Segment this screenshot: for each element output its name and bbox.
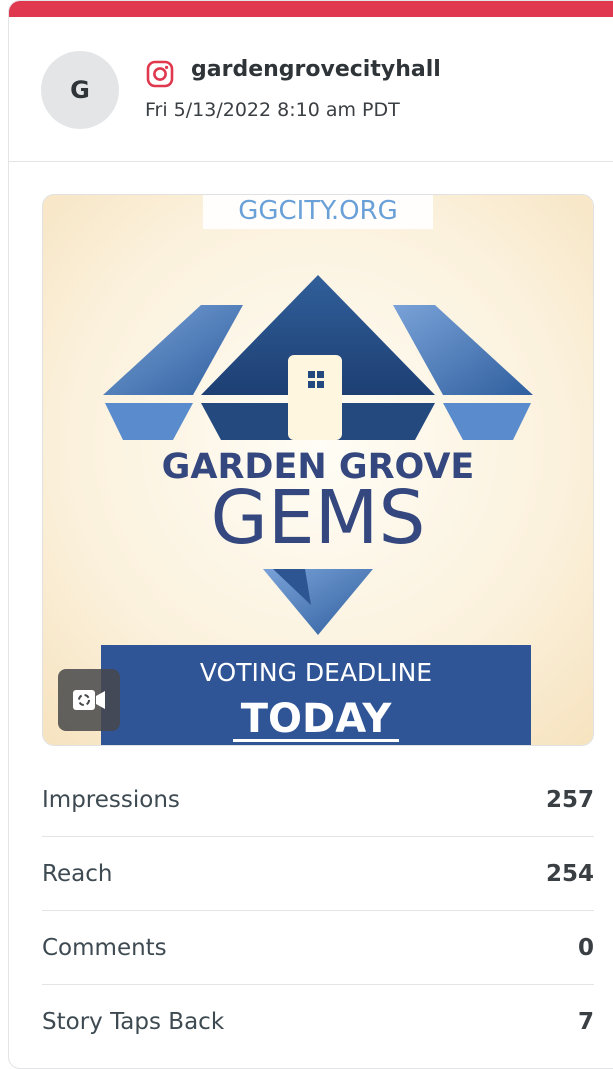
stat-label: Reach [42, 860, 113, 887]
stat-value: 257 [545, 786, 594, 813]
stat-label: Comments [42, 934, 167, 961]
image-url-text: GGCITY.ORG [238, 196, 398, 226]
image-title-line2: GEMS [211, 475, 426, 561]
post-media[interactable]: GGCITY.ORG GARDEN GROVE GEMS VOTING DEAD… [42, 194, 594, 746]
stat-row-story-taps-back: Story Taps Back 7 [42, 985, 594, 1059]
post-stats: Impressions 257 Reach 254 Comments 0 Sto… [42, 763, 594, 1059]
stat-value: 254 [545, 860, 594, 887]
stat-value: 7 [577, 1009, 594, 1035]
video-icon [73, 690, 105, 710]
stat-row-comments: Comments 0 [42, 911, 594, 985]
stat-row-impressions: Impressions 257 [42, 763, 594, 837]
platform-color-bar [9, 1, 613, 17]
image-banner-line2: TODAY [241, 696, 393, 742]
stat-row-reach: Reach 254 [42, 837, 594, 911]
stat-label: Story Taps Back [42, 1009, 225, 1035]
video-type-badge [58, 669, 120, 731]
stat-value: 0 [577, 934, 594, 961]
avatar[interactable]: G [41, 51, 119, 129]
post-header: G gardengrovecityhall Fri 5/13/2022 8:10… [9, 17, 613, 162]
instagram-icon [146, 60, 174, 88]
stat-label: Impressions [42, 786, 180, 813]
image-banner-line1: VOTING DEADLINE [200, 658, 432, 687]
post-timestamp: Fri 5/13/2022 8:10 am PDT [145, 99, 400, 121]
post-card: G gardengrovecityhall Fri 5/13/2022 8:10… [8, 0, 613, 1069]
account-username[interactable]: gardengrovecityhall [191, 57, 441, 82]
media-thumbnail: GGCITY.ORG GARDEN GROVE GEMS VOTING DEAD… [43, 195, 593, 745]
